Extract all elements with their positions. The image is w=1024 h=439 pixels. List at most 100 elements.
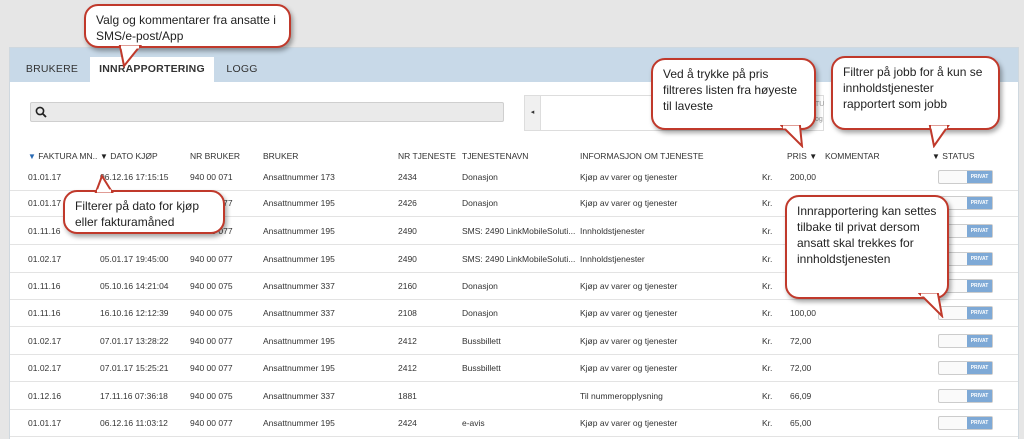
cell-tjenestenavn: Donasjon: [462, 172, 498, 182]
column-header-bruker[interactable]: BRUKER: [263, 151, 298, 161]
cell-dato: 06.12.16 11:03:12: [100, 418, 168, 428]
cell-tjenestenavn: Donasjon: [462, 281, 498, 291]
column-header-nr-tjeneste[interactable]: NR TJENESTE: [398, 151, 456, 161]
cell-tjenestenavn: SMS: 2490 LinkMobileSoluti...: [462, 226, 576, 236]
cell-pris: 72,00: [790, 363, 812, 373]
sort-triangle-icon: ▼: [809, 152, 818, 161]
cell-info: Innholdstjenester: [580, 226, 645, 236]
callout-pris: Ved å trykke på pris filtreres listen fr…: [651, 58, 816, 130]
table-row[interactable]: 01.02.17 07.01.17 13:28:22 940 00 077 Ansat…: [10, 330, 1018, 355]
column-header-kommentar[interactable]: KOMMENTAR: [825, 151, 880, 161]
status-toggle[interactable]: PRIVAT: [938, 306, 993, 320]
cell-info: Kjøp av varer og tjenester: [580, 281, 678, 291]
callout-pointer: [94, 174, 114, 193]
table-row[interactable]: 01.01.17 06.12.16 11:03:12 940 00 077 Ansat…: [10, 412, 1018, 437]
table-row[interactable]: 01.12.16 17.11.16 07:36:18 940 00 075 Ansat…: [10, 385, 1018, 410]
callout-text: Filterer på dato for kjøp eller fakturam…: [75, 199, 200, 229]
table-row[interactable]: 01.11.16 16.10.16 12:12:39 940 00 075 Ansat…: [10, 302, 1018, 327]
cell-bruker: Ansattnummer 195: [263, 198, 335, 208]
column-label: PRIS: [787, 151, 807, 161]
tab-logg[interactable]: LOGG: [218, 57, 266, 82]
cell-nr_bruker: 940 00 071: [190, 172, 233, 182]
search-icon: [35, 106, 47, 118]
column-label: DATO KJØP: [110, 151, 158, 161]
column-header-pris[interactable]: PRIS ▼: [787, 151, 817, 161]
status-toggle[interactable]: PRIVAT: [938, 334, 993, 348]
cell-tjenestenavn: e-avis: [462, 418, 485, 428]
status-toggle[interactable]: PRIVAT: [938, 416, 993, 430]
cell-nr_bruker: 940 00 077: [190, 336, 233, 346]
cell-kr: Kr.: [762, 363, 773, 373]
column-header-nr-bruker[interactable]: NR BRUKER: [190, 151, 240, 161]
status-toggle[interactable]: PRIVAT: [938, 389, 993, 403]
cell-faktura: 01.11.16: [28, 281, 61, 291]
cell-nr_tjeneste: 2412: [398, 363, 417, 373]
column-label: FAKTURA MN..: [38, 151, 98, 161]
status-toggle[interactable]: PRIVAT: [938, 170, 993, 184]
cell-tjenestenavn: Donasjon: [462, 308, 498, 318]
cell-nr_tjeneste: 2490: [398, 226, 417, 236]
callout-jobb: Filtrer på jobb for å kun se innholdstje…: [831, 56, 1000, 130]
column-label: STATUS: [942, 151, 975, 161]
cell-info: Innholdstjenester: [580, 254, 645, 264]
cell-faktura: 01.01.17: [28, 198, 62, 208]
cell-kr: Kr.: [762, 391, 773, 401]
status-toggle[interactable]: PRIVAT: [938, 361, 993, 375]
table-row[interactable]: 01.01.17 06.12.16 17:15:15 940 00 071 Ansat…: [10, 166, 1018, 191]
filter-triangle-icon: ▼: [932, 152, 940, 161]
cell-faktura: 01.11.16: [28, 226, 61, 236]
cell-faktura: 01.01.17: [28, 172, 62, 182]
cell-info: Kjøp av varer og tjenester: [580, 172, 678, 182]
row-divider: [10, 436, 1018, 437]
cell-tjenestenavn: Bussbillett: [462, 363, 501, 373]
collapse-arrow-button[interactable]: ◂: [525, 96, 541, 130]
row-divider: [10, 299, 1018, 300]
callout-filter-dato: Filterer på dato for kjøp eller fakturam…: [63, 190, 225, 234]
column-header-dato[interactable]: ▼ DATO KJØP: [100, 151, 158, 161]
cell-info: Kjøp av varer og tjenester: [580, 336, 678, 346]
cell-nr_bruker: 940 00 077: [190, 363, 233, 373]
callout-pointer: [118, 45, 143, 68]
cell-faktura: 01.12.16: [28, 391, 62, 401]
cell-bruker: Ansattnummer 173: [263, 172, 335, 182]
column-header-tjenestenavn[interactable]: TJENESTENAVN: [462, 151, 528, 161]
status-toggle-label: PRIVAT: [967, 171, 992, 183]
cell-pris: 65,00: [790, 418, 812, 428]
cell-pris: 200,00: [790, 172, 816, 182]
callout-pointer: [780, 125, 804, 148]
column-header-status[interactable]: ▼ STATUS: [932, 151, 975, 161]
cell-info: Kjøp av varer og tjenester: [580, 198, 678, 208]
cell-kr: Kr.: [762, 198, 773, 208]
column-header-faktura[interactable]: ▼ FAKTURA MN..: [28, 151, 97, 161]
tab-innrapportering[interactable]: INNRAPPORTERING: [90, 57, 214, 82]
callout-valg: Valg og kommentarer fra ansatte i SMS/e-…: [84, 4, 291, 48]
cell-bruker: Ansattnummer 337: [263, 281, 335, 291]
row-divider: [10, 354, 1018, 355]
cell-nr_bruker: 940 00 075: [190, 308, 233, 318]
callout-innrapportering: Innrapportering kan settes tilbake til p…: [785, 195, 949, 299]
tab-brukere[interactable]: BRUKERE: [18, 57, 86, 82]
row-divider: [10, 381, 1018, 382]
cell-dato: 17.11.16 07:36:18: [100, 391, 168, 401]
cell-kr: Kr.: [762, 418, 773, 428]
cell-bruker: Ansattnummer 337: [263, 391, 335, 401]
table-row[interactable]: 01.02.17 07.01.17 15:25:21 940 00 077 Ansat…: [10, 357, 1018, 382]
cell-pris: 72,00: [790, 336, 812, 346]
cell-nr_tjeneste: 2490: [398, 254, 417, 264]
callout-text: Valg og kommentarer fra ansatte i SMS/e-…: [96, 13, 276, 43]
status-toggle-label: PRIVAT: [967, 417, 992, 429]
search-input[interactable]: [30, 102, 504, 122]
cell-nr_tjeneste: 2160: [398, 281, 417, 291]
cell-info: Kjøp av varer og tjenester: [580, 363, 678, 373]
cell-faktura: 01.01.17: [28, 418, 62, 428]
cell-kr: Kr.: [762, 254, 773, 264]
cell-tjenestenavn: Donasjon: [462, 198, 498, 208]
status-toggle-label: PRIVAT: [967, 307, 992, 319]
cell-pris: 100,00: [790, 308, 816, 318]
cell-nr_bruker: 940 00 075: [190, 281, 233, 291]
side-snippet-top: TU: [815, 101, 825, 108]
column-header-informasjon[interactable]: INFORMASJON OM TJENESTE: [580, 151, 704, 161]
sort-triangle-icon: ▼: [28, 152, 36, 161]
cell-nr_bruker: 940 00 077: [190, 254, 233, 264]
callout-text: Filtrer på jobb for å kun se innholdstje…: [843, 65, 983, 111]
